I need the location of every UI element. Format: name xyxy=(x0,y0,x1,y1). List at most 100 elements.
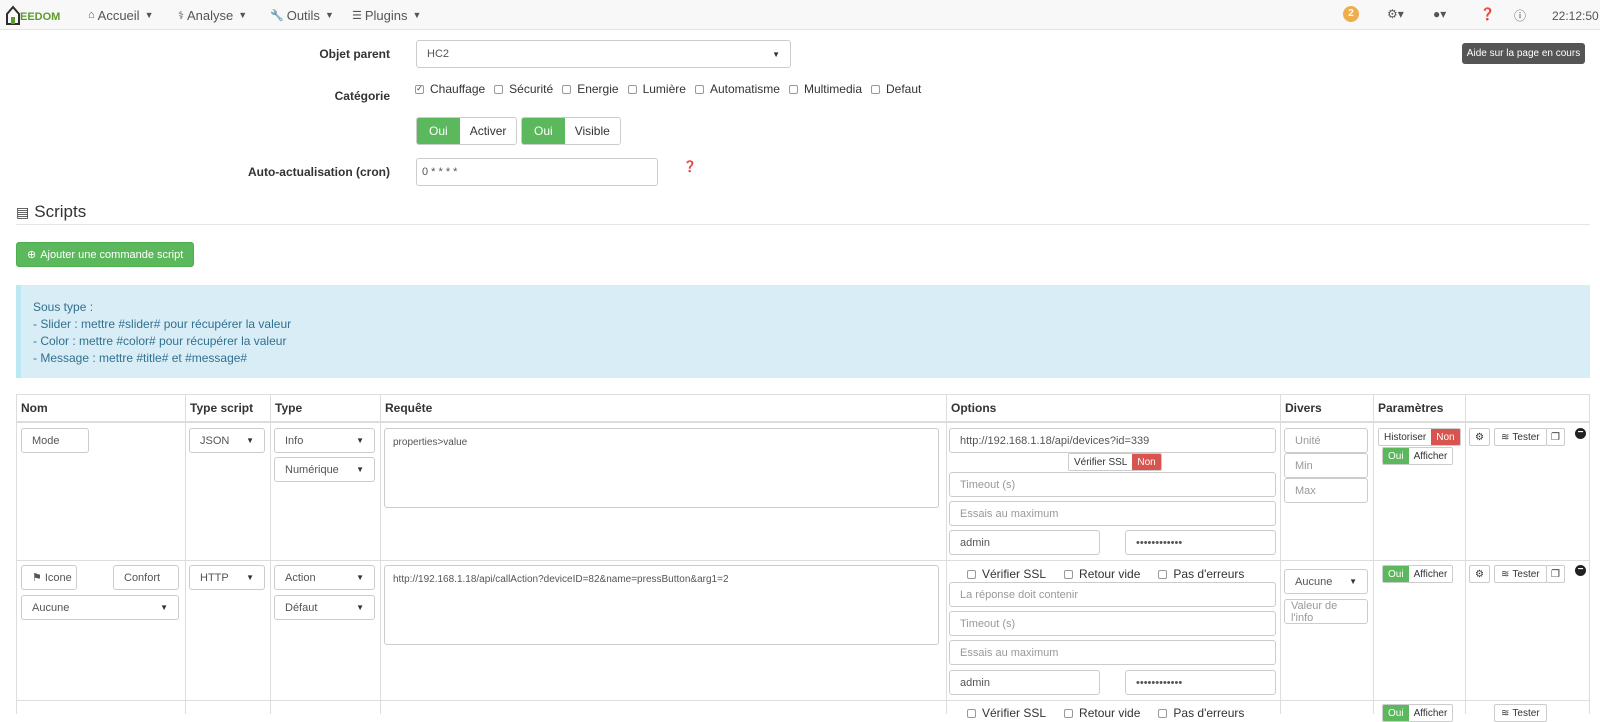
checkbox[interactable] xyxy=(1158,569,1168,579)
row2-config-button[interactable]: ⚙ xyxy=(1469,565,1490,583)
row2-script-type-select[interactable]: HTTP ▼ xyxy=(189,565,265,590)
row2-name-input[interactable]: Confort xyxy=(113,565,179,590)
display-on[interactable]: Oui xyxy=(1383,566,1409,582)
checkbox[interactable] xyxy=(1064,569,1074,579)
wrench-icon: 🔧 xyxy=(270,9,284,22)
visible-on[interactable]: Oui xyxy=(522,118,565,144)
select-value: Info xyxy=(285,434,304,447)
nav-outils[interactable]: 🔧 Outils ▼ xyxy=(270,0,334,30)
checkbox[interactable] xyxy=(967,708,976,718)
info-box: Sous type : - Slider : mettre #slider# p… xyxy=(16,285,1590,378)
row1-request-textarea[interactable]: properties>value xyxy=(384,428,939,508)
display-on[interactable]: Oui xyxy=(1383,448,1409,464)
no-errors-checkbox[interactable]: Pas d'erreurs xyxy=(1158,567,1244,581)
notification-badge[interactable]: 2 xyxy=(1343,6,1359,22)
question-icon[interactable]: ❓ xyxy=(683,160,697,173)
row1-verify-ssl-toggle[interactable]: Vérifier SSL Non xyxy=(1068,453,1162,471)
info-icon[interactable]: ⓘ xyxy=(1514,7,1526,24)
parent-select[interactable]: HC2 ▼ xyxy=(416,40,791,68)
row2-retries-input[interactable]: Essais au maximum xyxy=(949,640,1276,665)
gears-menu-icon[interactable]: ⚙▾ xyxy=(1387,7,1404,21)
row1-duplicate-button[interactable]: ❐ xyxy=(1546,428,1565,446)
row3-test-button[interactable]: ≋ Tester xyxy=(1494,704,1547,722)
row2-user-input[interactable]: admin xyxy=(949,670,1100,695)
row1-unit-input[interactable]: Unité xyxy=(1284,428,1368,453)
jeedom-logo[interactable]: EEDOM xyxy=(6,4,66,26)
row1-max-input[interactable]: Max xyxy=(1284,478,1368,503)
enable-toggle[interactable]: Oui Activer xyxy=(416,117,518,145)
rss-icon: ≋ xyxy=(1501,707,1510,719)
empty-return-checkbox[interactable]: Retour vide xyxy=(1064,706,1140,720)
row2-request-textarea[interactable]: http://192.168.1.18/api/callAction?devic… xyxy=(384,565,939,645)
row2-remove-icon[interactable]: − xyxy=(1575,565,1586,576)
row1-password-input[interactable]: •••••••••••• xyxy=(1125,530,1276,555)
row1-historize-toggle[interactable]: Historiser Non xyxy=(1378,428,1461,446)
row2-display-toggle[interactable]: Oui Afficher xyxy=(1382,565,1454,583)
row2-divers-select[interactable]: Aucune ▼ xyxy=(1284,569,1368,594)
nav-accueil[interactable]: ⌂ Accueil ▼ xyxy=(88,0,154,30)
row2-subtype-select[interactable]: Défaut ▼ xyxy=(274,595,375,620)
category-securite[interactable]: Sécurité xyxy=(494,82,553,96)
verify-ssl-checkbox[interactable]: Vérifier SSL xyxy=(967,706,1046,720)
display-on[interactable]: Oui xyxy=(1383,705,1409,721)
category-chauffage[interactable]: ✓ Chauffage xyxy=(415,82,485,96)
no-errors-checkbox[interactable]: Pas d'erreurs xyxy=(1158,706,1244,720)
header-parametres: Paramètres xyxy=(1378,400,1444,415)
checkbox[interactable] xyxy=(694,84,704,94)
checkbox[interactable] xyxy=(967,569,976,579)
visible-toggle[interactable]: Oui Visible xyxy=(521,117,621,145)
row2-icon-button[interactable]: ⚑ Icone xyxy=(21,565,77,590)
help-icon[interactable]: ❓ xyxy=(1480,7,1495,21)
chevron-down-icon: ▼ xyxy=(356,465,364,474)
row2-timeout-input[interactable]: Timeout (s) xyxy=(949,611,1276,636)
cron-input[interactable]: 0 * * * * xyxy=(416,158,658,186)
row1-timeout-input[interactable]: Timeout (s) xyxy=(949,472,1276,497)
row1-script-type-select[interactable]: JSON ▼ xyxy=(189,428,265,453)
row2-must-contain-input[interactable]: La réponse doit contenir xyxy=(949,582,1276,607)
category-defaut[interactable]: Defaut xyxy=(871,82,921,96)
checkbox-checked[interactable]: ✓ xyxy=(415,84,424,94)
nav-analyse-label: Analyse xyxy=(186,7,234,23)
row1-type-select[interactable]: Info ▼ xyxy=(274,428,375,453)
category-lumiere[interactable]: Lumière xyxy=(627,82,686,96)
row1-config-button[interactable]: ⚙ xyxy=(1469,428,1490,446)
row1-remove-icon[interactable]: − xyxy=(1575,428,1586,439)
empty-return-checkbox[interactable]: Retour vide xyxy=(1064,567,1140,581)
row2-info-value-input[interactable]: Valeur de l'info xyxy=(1284,599,1368,624)
nav-plugins[interactable]: ☰ Plugins ▼ xyxy=(352,0,421,30)
category-automatisme[interactable]: Automatisme xyxy=(694,82,780,96)
row2-duplicate-button[interactable]: ❐ xyxy=(1546,565,1565,583)
row1-retries-input[interactable]: Essais au maximum xyxy=(949,501,1276,526)
historize-state[interactable]: Non xyxy=(1431,429,1460,445)
icon-label: Icone xyxy=(44,571,72,584)
checkbox[interactable] xyxy=(494,84,504,94)
row3-display-toggle[interactable]: Oui Afficher xyxy=(1382,704,1454,722)
cogs-icon: ⚙ xyxy=(1475,431,1484,443)
row1-user-input[interactable]: admin xyxy=(949,530,1100,555)
user-menu-icon[interactable]: ●▾ xyxy=(1433,7,1446,21)
row2-value-select[interactable]: Aucune ▼ xyxy=(21,595,179,620)
checkbox[interactable] xyxy=(1064,708,1074,718)
nav-analyse[interactable]: ⚕ Analyse ▼ xyxy=(178,0,247,30)
row1-subtype-select[interactable]: Numérique ▼ xyxy=(274,457,375,482)
checkbox[interactable] xyxy=(788,84,798,94)
category-energie[interactable]: Energie xyxy=(562,82,619,96)
checkbox[interactable] xyxy=(871,84,880,94)
category-multimedia[interactable]: Multimedia xyxy=(788,82,862,96)
row1-test-button[interactable]: ≋ Tester xyxy=(1494,428,1547,446)
enable-on[interactable]: Oui xyxy=(417,118,460,144)
row1-display-toggle[interactable]: Oui Afficher xyxy=(1382,447,1454,465)
verify-ssl-state[interactable]: Non xyxy=(1132,454,1161,470)
row1-min-input[interactable]: Min xyxy=(1284,453,1368,478)
checkbox[interactable] xyxy=(627,84,637,94)
checkbox[interactable] xyxy=(1158,708,1168,718)
home-icon: ⌂ xyxy=(88,9,95,21)
checkbox[interactable] xyxy=(562,84,572,94)
verify-ssl-checkbox[interactable]: Vérifier SSL xyxy=(967,567,1046,581)
row2-test-button[interactable]: ≋ Tester xyxy=(1494,565,1547,583)
row2-type-select[interactable]: Action ▼ xyxy=(274,565,375,590)
add-script-button[interactable]: ⊕ Ajouter une commande script xyxy=(16,242,195,267)
row1-url-input[interactable]: http://192.168.1.18/api/devices?id=339 xyxy=(949,428,1276,453)
row2-password-input[interactable]: •••••••••••• xyxy=(1125,670,1276,695)
row1-name-input[interactable]: Mode xyxy=(21,428,89,453)
